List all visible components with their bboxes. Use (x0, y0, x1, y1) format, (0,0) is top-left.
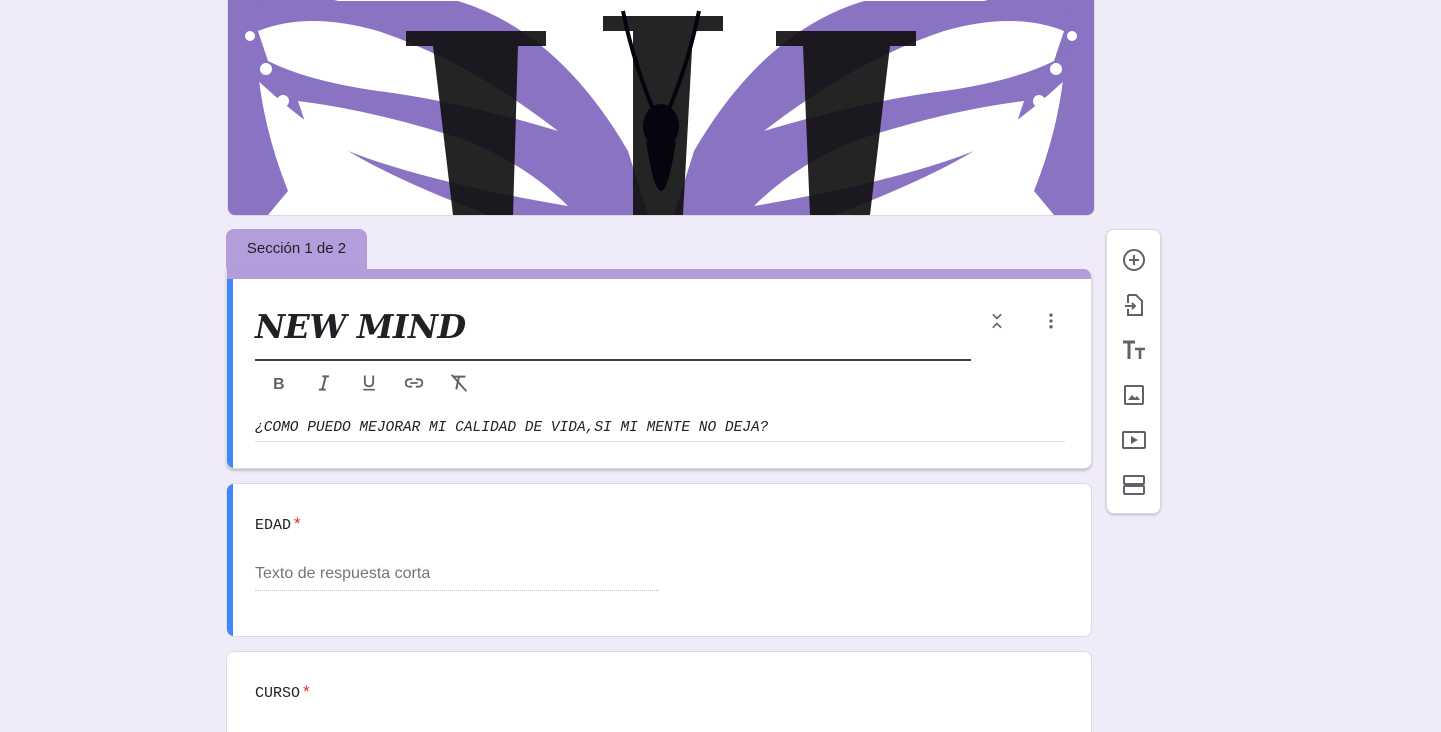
add-image-icon (1124, 385, 1144, 405)
question-card-edad[interactable]: EDAD * Texto de respuesta corta (226, 483, 1092, 637)
form-editor: Sección 1 de 2 NEW MIND B ¿COMO PUEDO ME… (0, 0, 1441, 732)
add-section-button[interactable] (1120, 471, 1148, 499)
link-icon (404, 378, 424, 388)
form-header-card[interactable]: NEW MIND B ¿COMO PUEDO MEJORAR MI CALIDA… (226, 269, 1092, 469)
theme-strip (227, 269, 1091, 279)
more-options-button[interactable] (1037, 307, 1065, 335)
collapse-section-button[interactable] (983, 307, 1011, 335)
add-title-button[interactable] (1120, 336, 1148, 364)
insert-link-button[interactable] (400, 369, 428, 397)
svg-text:B: B (273, 376, 284, 393)
clear-format-icon (450, 374, 468, 392)
add-question-icon (1123, 249, 1145, 271)
add-title-icon (1123, 340, 1145, 359)
required-asterisk: * (294, 514, 301, 533)
form-description-input[interactable]: ¿COMO PUEDO MEJORAR MI CALIDAD DE VIDA,S… (255, 417, 1065, 442)
form-title-input[interactable]: NEW MIND (255, 297, 971, 361)
floating-toolbar (1106, 229, 1161, 514)
required-asterisk: * (303, 682, 310, 701)
italic-icon (319, 375, 329, 391)
add-image-button[interactable] (1120, 381, 1148, 409)
add-section-icon (1123, 475, 1145, 495)
underline-button[interactable] (355, 369, 383, 397)
short-answer-field: Texto de respuesta corta (255, 564, 659, 591)
bold-button[interactable]: B (265, 369, 293, 397)
question-title: CURSO * (255, 682, 310, 702)
question-title-text: EDAD (255, 517, 292, 534)
question-title: EDAD * (255, 514, 301, 534)
bold-icon: B (273, 376, 284, 393)
add-video-button[interactable] (1120, 426, 1148, 454)
add-video-icon (1122, 431, 1146, 449)
active-accent (227, 279, 233, 468)
more-vert-icon (1049, 313, 1053, 329)
format-toolbar: B (265, 369, 473, 397)
add-question-button[interactable] (1120, 246, 1148, 274)
import-questions-button[interactable] (1120, 291, 1148, 319)
active-accent (227, 484, 233, 636)
header-banner-image (227, 0, 1095, 216)
question-card-curso[interactable]: CURSO * (226, 651, 1092, 732)
collapse-icon (992, 313, 1002, 329)
import-questions-icon (1125, 294, 1143, 316)
clear-format-button[interactable] (445, 369, 473, 397)
italic-button[interactable] (310, 369, 338, 397)
question-title-text: CURSO (255, 685, 301, 702)
underline-icon (363, 375, 375, 391)
section-tab: Sección 1 de 2 (226, 229, 367, 269)
